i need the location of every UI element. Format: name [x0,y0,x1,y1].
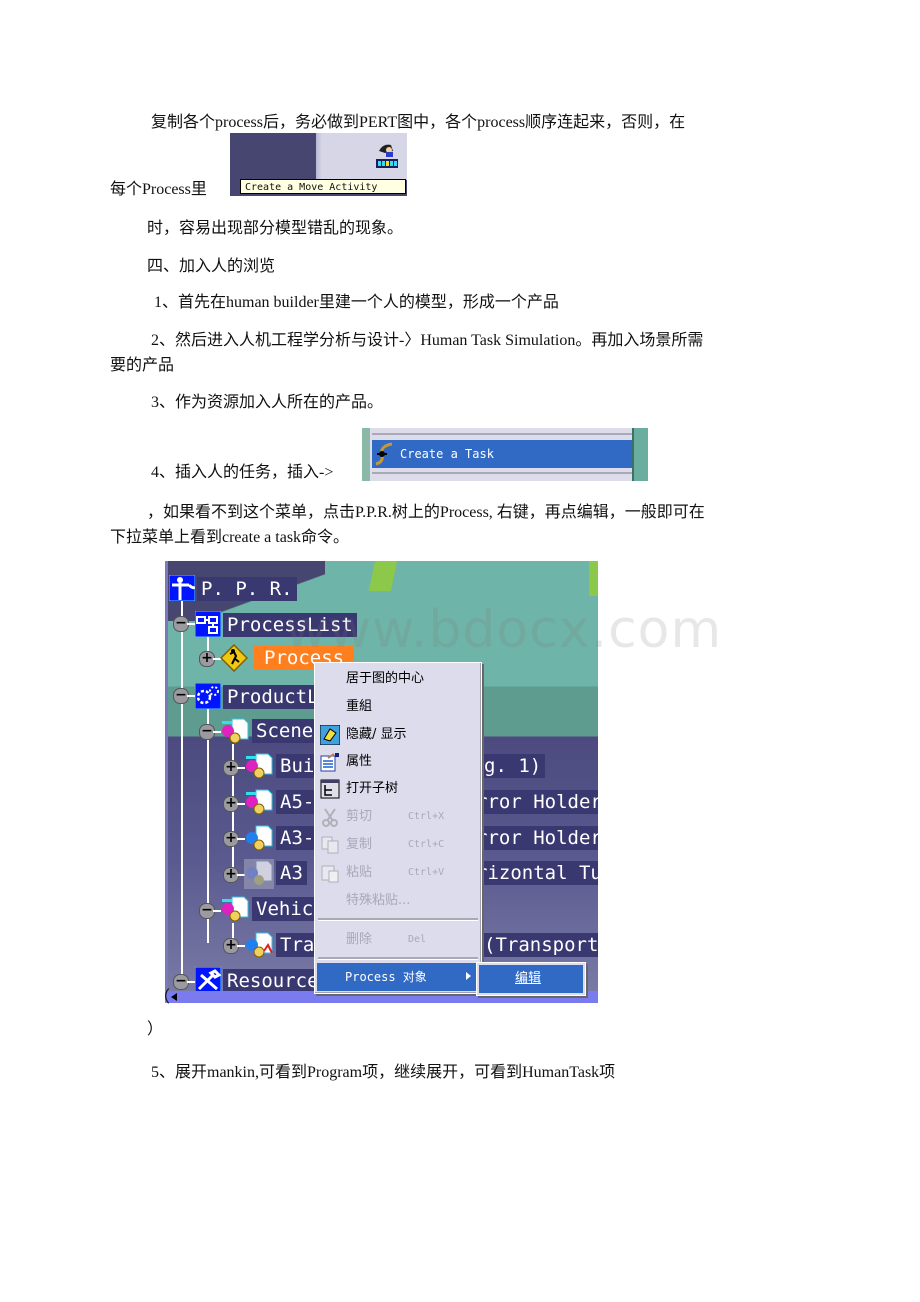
move-activity-icon [376,144,398,168]
open-paren: （ [154,989,171,1006]
step-1: 1、首先在human builder里建一个人的模型，形成一个产品 [154,294,559,311]
menu-item-create-task[interactable]: Create a Task [372,440,632,468]
3d-cylinder [589,561,598,596]
watermark: www.bdocx.com [285,600,723,660]
paragraph-right-click-hint-continued: 下拉菜单上看到create a task命令。 [110,529,350,546]
menu-item-properties[interactable]: 属性 [318,749,478,775]
process-list-icon [195,611,221,637]
menu-item-paste[interactable]: 粘贴 Ctrl+V [318,860,478,886]
copy-icon [321,836,339,854]
tree-node-label-suffix: rizontal Tu [472,861,598,885]
step-5: 5、展开mankin,可看到Program项，继续展开，可看到HumanTask… [151,1064,616,1081]
product-icon [246,789,273,815]
product-icon [222,718,249,744]
process-icon [220,644,248,672]
properties-icon [320,753,339,772]
tree-node-label: A3 [276,861,307,885]
menu-item-label: Create a Task [400,447,494,461]
create-task-screenshot: Create a Task [362,428,648,481]
tree-node-label: ProductL [223,685,323,709]
menu-separator [318,918,478,921]
context-menu: 居于图的中心 重組 隐藏/ 显示 属性 打开子树 剪切 Ctrl+X 复制 Ct… [314,662,482,994]
menu-item-center-graph[interactable]: 居于图的中心 [318,666,478,692]
submenu: 编辑 [476,962,586,996]
product-icon [246,932,273,958]
product-list-icon [195,683,221,709]
tree-node-label: Tra [276,933,319,957]
close-paren: ） [147,1021,164,1038]
tree-node-label-suffix: (Transport [480,933,598,957]
menu-item-copy[interactable]: 复制 Ctrl+C [318,832,478,858]
menu-separator [372,472,632,474]
menu-item-open-subtree[interactable]: 打开子树 [318,776,478,802]
tree-node-label-suffix: rror Holder [472,790,598,814]
hide-show-icon [320,725,340,745]
resource-icon [195,967,221,993]
tooltip: Create a Move Activity [240,179,406,194]
open-subtree-icon [320,779,340,799]
menu-item-reorder[interactable]: 重組 [318,694,478,720]
step-2-continued: 要的产品 [110,357,175,374]
paragraph-model-confusion: 时，容易出现部分模型错乱的现象。 [147,220,404,237]
tree-node-label: Bui [276,754,319,778]
tree-node-label: Scene [252,719,318,743]
menu-item-cut[interactable]: 剪切 Ctrl+X [318,804,478,830]
step-2: 2、然后进入人机工程学分析与设计-〉Human Task Simulation。… [151,332,704,349]
tree-node-label-suffix: g. 1) [480,754,546,778]
product-icon [246,753,273,779]
section-heading-add-human: 四、加入人的浏览 [147,258,276,275]
menu-separator [372,433,632,435]
menu-item-delete[interactable]: 删除 Del [318,927,478,953]
task-icon [375,442,393,466]
tree-node-label: Resource [223,969,323,993]
step-3: 3、作为资源加入人所在的产品。 [151,394,384,411]
tree-node-label: A3- [276,826,319,850]
3d-cylinder [368,561,400,591]
product-icon [246,825,273,851]
menu-item-hide-show[interactable]: 隐藏/ 显示 [318,722,478,748]
menu-item-paste-special[interactable]: 特殊粘贴... [318,888,478,914]
menu-item-edit[interactable]: 编辑 [479,965,583,993]
tree-node-label: P. P. R. [197,577,297,601]
product-icon [222,896,249,922]
paragraph-right-click-hint: ，如果看不到这个菜单，点击P.P.R.树上的Process, 右键，再点编辑，一… [147,504,705,521]
paragraph-each-process: 每个Process里 [110,181,207,198]
menu-separator [318,957,478,960]
cut-icon [322,808,338,827]
ppr-icon [169,575,195,601]
paragraph-copy-process: 复制各个process后，务必做到PERT图中，各个process顺序连起来，否… [151,114,686,131]
move-activity-screenshot: Create a Move Activity [230,133,407,196]
paste-icon [321,865,339,883]
scroll-left-icon[interactable] [171,993,177,1001]
menu-item-process-object[interactable]: Process 对象 [317,963,477,991]
tree-node-label-suffix: rror Holder [472,826,598,850]
step-4: 4、插入人的任务，插入-> [151,464,334,481]
tree-node-label: A5- [276,790,319,814]
product-hidden-icon [244,859,274,889]
submenu-arrow-icon [466,972,471,980]
